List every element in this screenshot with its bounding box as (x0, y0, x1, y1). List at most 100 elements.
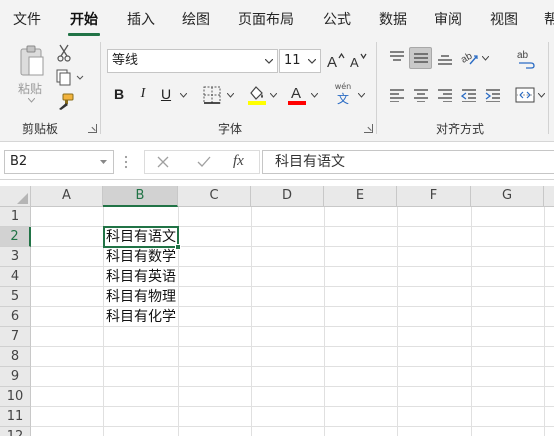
font-size-select[interactable]: 11 (279, 49, 321, 73)
font-color-icon[interactable]: A (287, 84, 307, 106)
column-header-c[interactable]: C (178, 186, 251, 207)
row-header-6[interactable]: 6 (0, 307, 31, 327)
active-cell-border (103, 226, 179, 248)
align-right-icon[interactable] (437, 88, 453, 102)
tab-data[interactable]: 数据 (379, 9, 407, 29)
row-header-9[interactable]: 9 (0, 367, 31, 387)
formula-bar: B2 fx 科目有语文 (0, 142, 554, 180)
chevron-down-icon[interactable] (180, 93, 187, 98)
column-header-h[interactable] (544, 186, 554, 207)
tab-help[interactable]: 帮 (544, 9, 554, 29)
cell-b6[interactable]: 科目有化学 (106, 307, 176, 327)
gridline (31, 346, 554, 347)
column-header-a[interactable]: A (31, 186, 103, 207)
decrease-indent-icon[interactable] (461, 88, 477, 102)
phonetic-guide-button[interactable]: wén 文 (330, 82, 356, 108)
more-options-icon[interactable] (124, 155, 128, 169)
group-divider (548, 42, 549, 134)
chevron-down-icon[interactable] (311, 93, 318, 98)
orientation-icon[interactable]: ab (460, 48, 480, 68)
gridline (31, 406, 554, 407)
increase-indent-icon[interactable] (485, 88, 501, 102)
clipboard-dialog-launcher[interactable] (88, 124, 97, 133)
merge-center-icon[interactable] (515, 86, 535, 104)
formula-value: 科目有语文 (275, 154, 345, 170)
cell-b5[interactable]: 科目有物理 (106, 287, 176, 307)
column-header-b[interactable]: B (103, 186, 178, 207)
row-header-12[interactable]: 12 (0, 427, 31, 436)
tab-page-layout[interactable]: 页面布局 (238, 9, 294, 29)
format-painter-icon[interactable] (56, 93, 74, 111)
gridline (31, 366, 554, 367)
bold-button[interactable]: B (110, 83, 128, 105)
bold-label: B (113, 86, 125, 102)
worksheet-grid[interactable]: A B C D E F G 1 2 3 4 5 6 7 8 9 10 11 12… (0, 186, 554, 436)
svg-text:ab: ab (460, 50, 475, 65)
cancel-icon[interactable] (157, 156, 169, 168)
paste-icon (20, 45, 44, 76)
borders-icon[interactable] (203, 86, 221, 104)
chevron-down-icon (265, 59, 273, 64)
align-left-icon[interactable] (389, 88, 405, 102)
align-middle-button[interactable] (409, 47, 432, 69)
menu-bar: 文件 开始 插入 绘图 页面布局 公式 数据 审阅 视图 帮 (0, 0, 554, 38)
svg-text:A: A (327, 54, 337, 70)
tab-insert[interactable]: 插入 (127, 9, 155, 29)
underline-button[interactable]: U (157, 83, 175, 105)
cell-b3[interactable]: 科目有数学 (106, 247, 176, 267)
chevron-down-icon[interactable] (358, 93, 365, 98)
decrease-font-size-icon[interactable]: A (349, 52, 369, 70)
paste-button[interactable]: 粘贴 (12, 42, 52, 108)
select-all-triangle-icon (17, 193, 28, 204)
row-header-8[interactable]: 8 (0, 347, 31, 367)
active-tab-indicator (68, 33, 100, 36)
name-box[interactable]: B2 (4, 150, 114, 174)
font-name-value: 等线 (112, 53, 139, 68)
font-color-swatch (288, 101, 306, 105)
row-header-7[interactable]: 7 (0, 327, 31, 347)
chevron-down-icon (308, 59, 316, 64)
column-header-d[interactable]: D (251, 186, 324, 207)
row-header-4[interactable]: 4 (0, 267, 31, 287)
fill-color-icon[interactable] (247, 84, 267, 106)
tab-view[interactable]: 视图 (490, 9, 518, 29)
tab-formulas[interactable]: 公式 (323, 9, 351, 29)
chevron-down-icon[interactable] (482, 56, 489, 61)
font-dialog-launcher[interactable] (364, 124, 373, 133)
align-bottom-icon[interactable] (437, 52, 453, 66)
svg-text:ab: ab (517, 50, 529, 61)
insert-function-button[interactable]: fx (233, 153, 244, 170)
increase-font-size-icon[interactable]: A (326, 52, 346, 70)
formula-input[interactable]: 科目有语文 (262, 150, 554, 174)
wrap-text-icon[interactable]: ab (516, 48, 536, 70)
chevron-down-icon[interactable] (538, 93, 545, 98)
tab-file[interactable]: 文件 (13, 9, 41, 29)
column-header-g[interactable]: G (471, 186, 544, 207)
row-header-10[interactable]: 10 (0, 387, 31, 407)
cell-b4[interactable]: 科目有英语 (106, 267, 176, 287)
copy-icon[interactable] (55, 69, 85, 87)
font-group-label: 字体 (218, 122, 243, 136)
font-name-select[interactable]: 等线 (107, 49, 278, 73)
select-all-button[interactable] (0, 186, 31, 207)
tab-review[interactable]: 审阅 (434, 9, 462, 29)
name-box-value: B2 (10, 154, 28, 169)
align-top-icon[interactable] (389, 50, 405, 64)
row-header-2[interactable]: 2 (0, 227, 31, 247)
row-header-3[interactable]: 3 (0, 247, 31, 267)
fill-handle[interactable] (175, 244, 181, 250)
cut-icon[interactable] (57, 44, 71, 62)
align-center-icon[interactable] (413, 88, 429, 102)
column-header-e[interactable]: E (324, 186, 397, 207)
row-header-5[interactable]: 5 (0, 287, 31, 307)
group-divider (376, 42, 377, 134)
column-header-f[interactable]: F (397, 186, 471, 207)
enter-icon[interactable] (197, 156, 211, 168)
italic-button[interactable]: I (134, 83, 152, 105)
tab-draw[interactable]: 绘图 (182, 9, 210, 29)
chevron-down-icon[interactable] (270, 93, 277, 98)
chevron-down-icon[interactable] (227, 93, 234, 98)
tab-home[interactable]: 开始 (70, 9, 98, 29)
row-header-1[interactable]: 1 (0, 207, 31, 227)
row-header-11[interactable]: 11 (0, 407, 31, 427)
